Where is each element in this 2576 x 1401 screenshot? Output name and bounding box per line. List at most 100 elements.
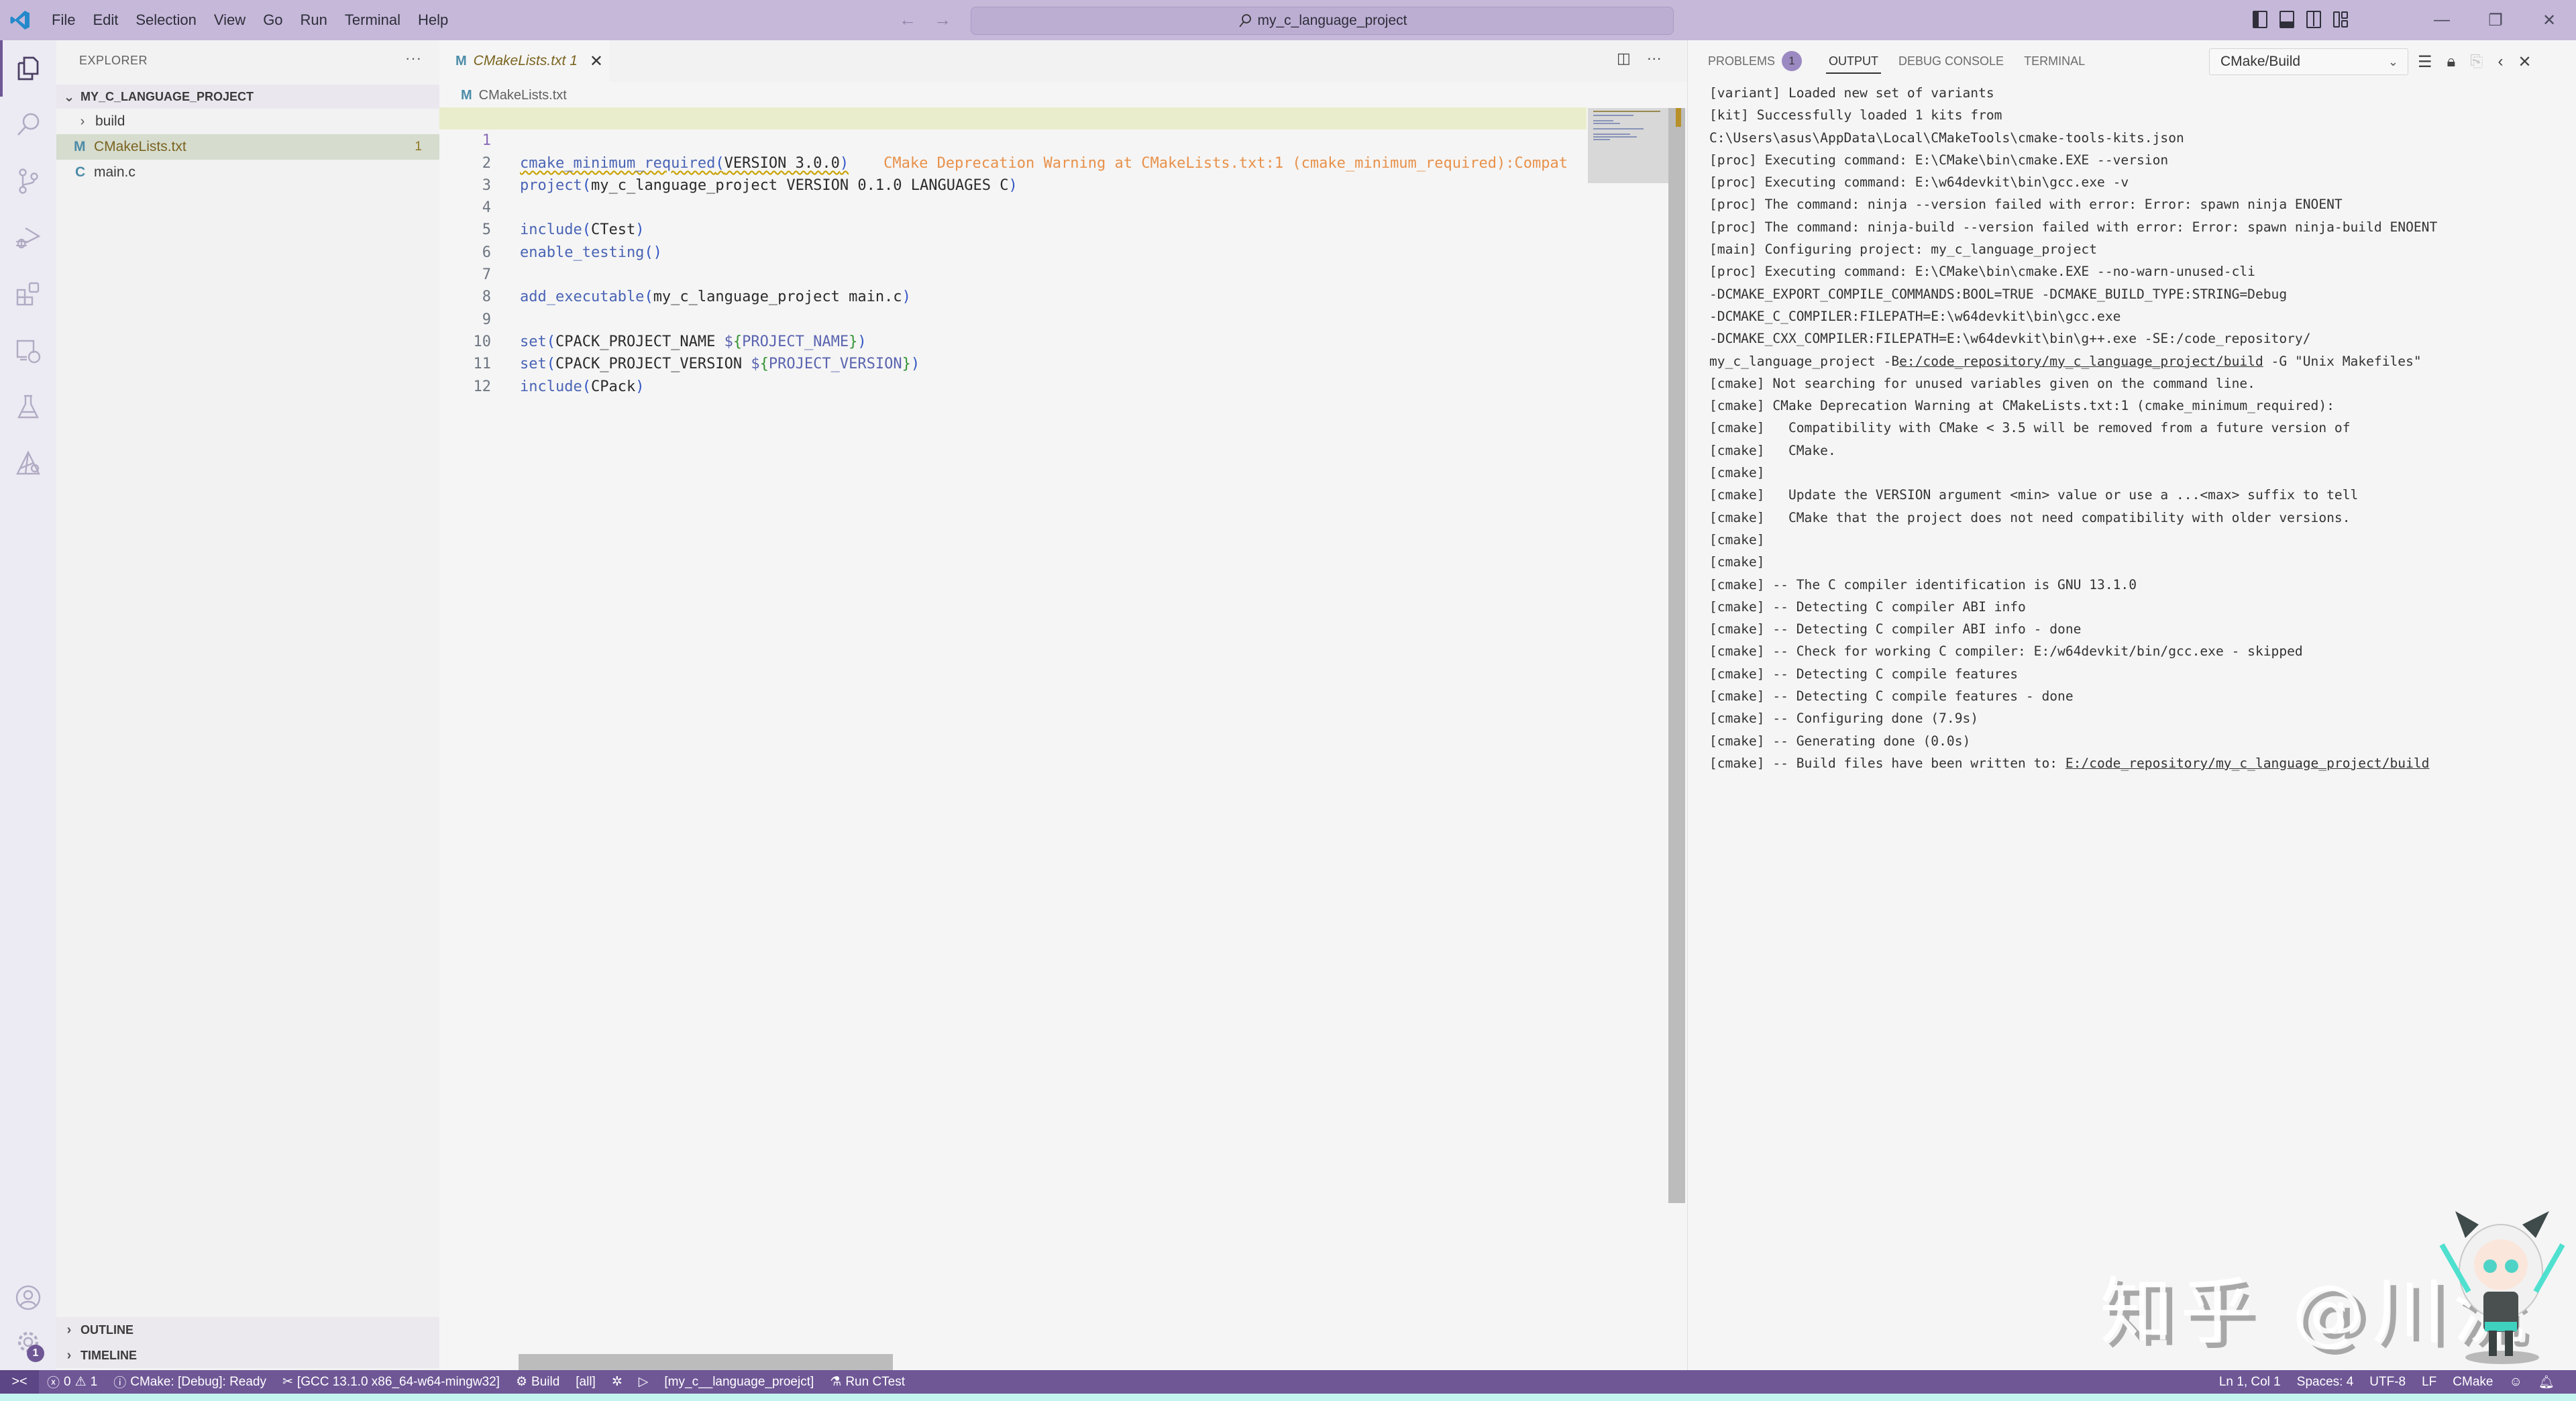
launch-button[interactable]: ▷ [631,1374,657,1390]
tab-problems[interactable]: PROBLEMS 1 [1708,40,1817,82]
split-editor-icon[interactable]: ◫ [1617,50,1631,67]
code-line-3: 3 [439,152,1587,194]
chevron-down-icon: ⌄ [63,89,75,105]
toggle-secondary-sidebar-icon[interactable] [2306,11,2321,28]
feedback-icon: ☺ [2509,1374,2522,1389]
menu-edit[interactable]: Edit [84,0,127,40]
editor-vertical-scrollbar[interactable] [1668,108,1685,1203]
encoding-label: UTF-8 [2369,1374,2406,1389]
error-icon: ⓧ [47,1376,60,1390]
source-control-icon [19,168,38,194]
collapse-panel-icon[interactable]: ‹ [2498,52,2504,71]
cmake-file-icon: M [74,139,86,154]
menu-go[interactable]: Go [254,0,291,40]
back-arrow-icon[interactable]: ← [899,9,916,30]
notifications-button[interactable]: 🔔︎ [2530,1374,2563,1390]
minimap[interactable] [1588,108,1668,183]
cmake-build-button[interactable]: ⚙ Build [508,1374,568,1390]
run-ctest-button[interactable]: ⚗ Run CTest [822,1374,913,1390]
toggle-panel-icon[interactable] [2279,11,2294,28]
minimize-button[interactable]: — [2415,0,2469,40]
tab-cmakelists[interactable]: M CMakeLists.txt 1 ✕ [439,40,610,82]
tree-item-build[interactable]: › build [56,109,439,134]
menu-run[interactable]: Run [292,0,336,40]
output-log[interactable]: [variant] Loaded new set of variants [kit… [1709,82,2575,774]
editor-horizontal-scrollbar[interactable] [519,1354,893,1370]
tab-terminal[interactable]: TERMINAL [2024,40,2100,82]
path-link[interactable]: E:/code_repository/my_c_language_project… [2065,756,2430,771]
code-area[interactable]: 1 cmake_minimum_required(VERSION 3.0.0) C… [439,107,1587,395]
outline-section[interactable]: › OUTLINE [56,1317,439,1343]
menu-terminal[interactable]: Terminal [336,0,409,40]
cursor-position[interactable]: Ln 1, Col 1 [2211,1375,2289,1390]
close-window-button[interactable]: ✕ [2522,0,2576,40]
title-bar: File Edit Selection View Go Run Terminal… [0,0,2576,40]
menu-selection[interactable]: Selection [127,0,205,40]
timeline-section[interactable]: › TIMELINE [56,1343,439,1368]
more-actions-button[interactable]: ··· [405,50,422,67]
tree-item-cmakelists[interactable]: M CMakeLists.txt 1 [56,134,439,160]
menu-view[interactable]: View [205,0,254,40]
project-folder-header[interactable]: ⌄ MY_C_LANGUAGE_PROJECT [56,85,439,109]
toggle-primary-sidebar-icon[interactable] [2253,11,2267,28]
path-link[interactable]: e:/code_repository/my_c_language_project… [1899,354,2263,369]
debug-button[interactable]: ✲ [604,1374,631,1390]
section-label: TIMELINE [80,1348,137,1362]
remote-icon: >< [11,1374,28,1389]
activity-explorer[interactable] [0,40,56,97]
launch-target[interactable]: [my_c__language_proejct] [656,1375,822,1390]
feedback-button[interactable]: ☺ [2501,1375,2530,1390]
panel-tabs: PROBLEMS 1 OUTPUT DEBUG CONSOLE TERMINAL [1708,40,2100,82]
breadcrumb-file[interactable]: CMakeLists.txt [479,88,567,103]
activity-search[interactable] [0,97,56,153]
cmake-status[interactable]: ⓘ CMake: [Debug]: Ready [105,1373,274,1391]
activity-source-control[interactable] [0,153,56,209]
selected-channel: CMake/Build [2220,54,2301,69]
cmake-kit[interactable]: ✂ [GCC 13.1.0 x86_64-w64-mingw32] [274,1374,508,1390]
command-center-label: my_c_language_project [1257,13,1407,28]
tab-output[interactable]: OUTPUT [1826,40,1893,82]
close-panel-icon[interactable]: ✕ [2518,52,2532,72]
customize-layout-icon[interactable] [2333,11,2348,28]
language-mode[interactable]: CMake [2445,1375,2501,1390]
bottom-panel: PROBLEMS 1 OUTPUT DEBUG CONSOLE TERMINAL… [1687,40,2576,1370]
activity-run-debug[interactable] [0,209,56,266]
activity-extensions[interactable] [0,266,56,322]
restore-button[interactable]: ❐ [2469,0,2522,40]
output-line: -DCMAKE_C_COMPILER:FILEPATH=E:\w64devkit… [1709,308,2121,324]
tree-item-main-c[interactable]: C main.c [56,160,439,185]
output-line: [cmake] [1709,465,1765,481]
account-icon [15,1285,41,1310]
remote-indicator[interactable]: >< [0,1370,39,1394]
close-tab-icon[interactable]: ✕ [590,52,603,71]
end-of-line[interactable]: LF [2414,1375,2445,1390]
clear-output-icon[interactable]: ☰ [2418,52,2432,72]
testing-flask-icon [17,395,39,419]
warning-icon: ⚠ [74,1375,87,1389]
activity-remote-explorer[interactable] [0,322,56,378]
open-in-editor-icon[interactable]: ⎘ [2470,52,2483,71]
activity-cmake[interactable] [0,435,56,491]
minimap-line [1593,120,1613,121]
tab-label: OUTPUT [1829,54,1879,68]
warning-count: 1 [90,1374,98,1389]
minimap-line [1593,136,1637,138]
output-channel-select[interactable]: CMake/Build ⌄ [2209,48,2408,75]
indentation[interactable]: Spaces: 4 [2289,1375,2362,1390]
menu-file[interactable]: File [43,0,84,40]
language-label: CMake [2453,1374,2493,1389]
more-actions-icon[interactable]: ··· [1647,50,1662,67]
forward-arrow-icon[interactable]: → [934,9,951,30]
code-line-1: 1 cmake_minimum_required(VERSION 3.0.0) C… [439,107,1587,172]
ctest-label: Run CTest [845,1374,906,1389]
output-line: [proc] The command: ninja-build --versio… [1709,219,2438,235]
activity-testing[interactable] [0,378,56,435]
menu-help[interactable]: Help [409,0,457,40]
lock-scroll-icon[interactable]: 🔒︎ [2447,52,2456,71]
activity-manage[interactable]: 1 [0,1314,56,1370]
tab-debug-console[interactable]: DEBUG CONSOLE [1898,40,2019,82]
command-center-search[interactable]: my_c_language_project [971,7,1674,35]
build-target[interactable]: [all] [568,1375,604,1390]
problems-status[interactable]: ⓧ 0 ⚠ 1 [39,1373,105,1391]
encoding[interactable]: UTF-8 [2361,1375,2414,1390]
